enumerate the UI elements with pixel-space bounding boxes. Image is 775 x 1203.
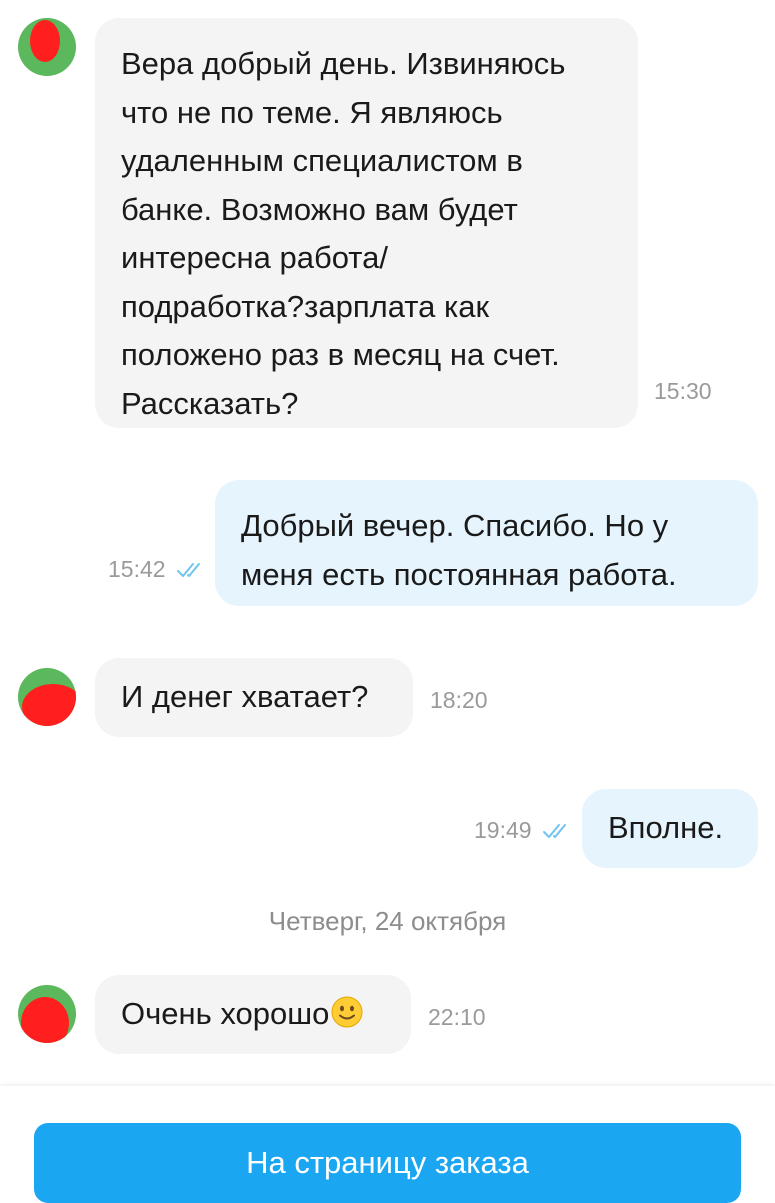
sender-avatar[interactable] [18, 668, 76, 726]
message-time: 15:42 [108, 556, 166, 582]
bottom-action-bar: На страницу заказа [0, 1086, 775, 1203]
incoming-message-bubble[interactable]: Вера добрый день. Извиняюсь что не по те… [95, 18, 638, 428]
incoming-message-bubble[interactable]: И денег хватает? [95, 658, 413, 737]
sender-avatar[interactable] [18, 985, 76, 1043]
message-time: 15:30 [654, 378, 712, 404]
redaction-mark [21, 997, 69, 1043]
redaction-mark [30, 20, 60, 62]
incoming-message-bubble[interactable]: Очень хорошо [95, 975, 411, 1054]
message-text: Вполне. [608, 810, 724, 845]
double-check-icon [177, 563, 200, 577]
message-text: Очень хорошо [121, 990, 385, 1039]
message-text: Вера добрый день. Извиняюсь что не по те… [121, 46, 566, 421]
message-time: 19:49 [474, 817, 532, 843]
go-to-order-page-button[interactable]: На страницу заказа [34, 1123, 741, 1203]
date-separator: Четверг, 24 октября [268, 906, 507, 936]
double-check-icon [543, 824, 566, 838]
message-time: 22:10 [428, 1004, 486, 1030]
message-text: Добрый вечер. Спасибо. Но у меня есть по… [241, 508, 677, 592]
slightly-smiling-face-icon [331, 996, 363, 1028]
outgoing-message-bubble[interactable]: Вполне. [582, 789, 758, 868]
sender-avatar[interactable]: э [18, 18, 76, 76]
message-text: И денег хватает? [121, 679, 369, 714]
outgoing-message-bubble[interactable]: Добрый вечер. Спасибо. Но у меня есть по… [215, 480, 758, 606]
message-time: 18:20 [430, 687, 488, 713]
redaction-mark [22, 684, 76, 726]
message-text-content: Очень хорошо [121, 996, 330, 1031]
